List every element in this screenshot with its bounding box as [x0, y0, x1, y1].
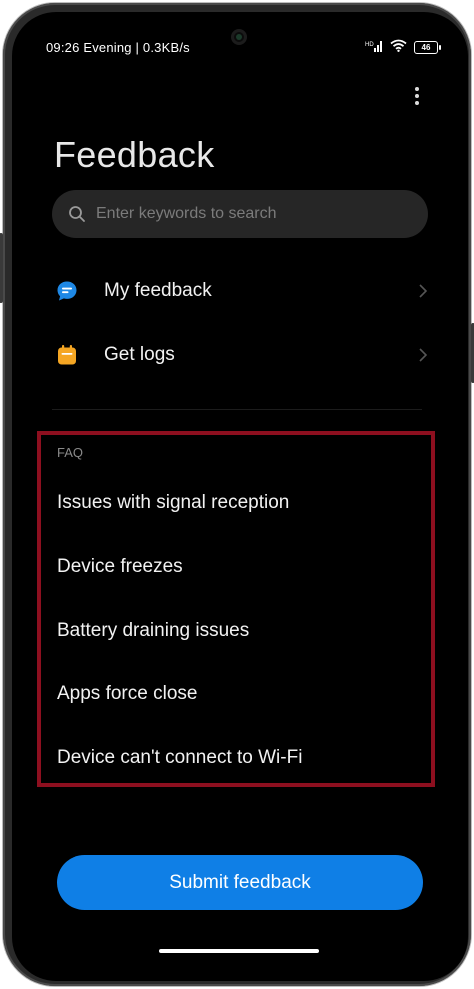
search-icon	[68, 205, 86, 228]
more-options-button[interactable]	[405, 82, 429, 112]
status-icons: HD 46	[365, 39, 441, 55]
signal-icon: HD	[365, 40, 383, 55]
screen: 09:26 Evening | 0.3KB/s HD 46 Feedback E…	[12, 12, 468, 981]
phone-frame: 09:26 Evening | 0.3KB/s HD 46 Feedback E…	[0, 3, 474, 986]
divider	[52, 409, 422, 410]
submit-feedback-button[interactable]: Submit feedback	[57, 855, 423, 910]
page-title: Feedback	[54, 134, 215, 175]
faq-heading: FAQ	[57, 445, 84, 460]
front-camera	[231, 29, 247, 45]
chat-bubble-icon	[56, 280, 78, 307]
wifi-icon	[390, 39, 407, 55]
calendar-icon	[56, 344, 78, 371]
get-logs-item[interactable]: Get logs	[52, 330, 428, 380]
battery-icon: 46	[414, 40, 441, 54]
faq-item-device-freezes[interactable]: Device freezes	[57, 556, 183, 578]
more-vertical-icon	[415, 87, 419, 105]
faq-item-apps-force-close[interactable]: Apps force close	[57, 683, 197, 705]
chevron-right-icon	[418, 283, 428, 304]
faq-highlight-box	[37, 431, 435, 787]
svg-text:HD: HD	[365, 42, 374, 48]
search-bar[interactable]	[52, 190, 428, 238]
my-feedback-label: My feedback	[104, 280, 212, 301]
status-text: 09:26 Evening | 0.3KB/s	[46, 40, 190, 55]
status-bar: 09:26 Evening | 0.3KB/s HD 46	[12, 12, 468, 72]
faq-item-wifi-connect[interactable]: Device can't connect to Wi-Fi	[57, 747, 302, 769]
chevron-right-icon	[418, 347, 428, 368]
faq-item-signal-reception[interactable]: Issues with signal reception	[57, 492, 289, 514]
get-logs-label: Get logs	[104, 344, 175, 365]
volume-button	[0, 233, 3, 303]
search-input[interactable]	[96, 190, 416, 238]
home-indicator[interactable]	[159, 949, 319, 953]
faq-item-battery-draining[interactable]: Battery draining issues	[57, 620, 249, 642]
my-feedback-item[interactable]: My feedback	[52, 266, 428, 316]
